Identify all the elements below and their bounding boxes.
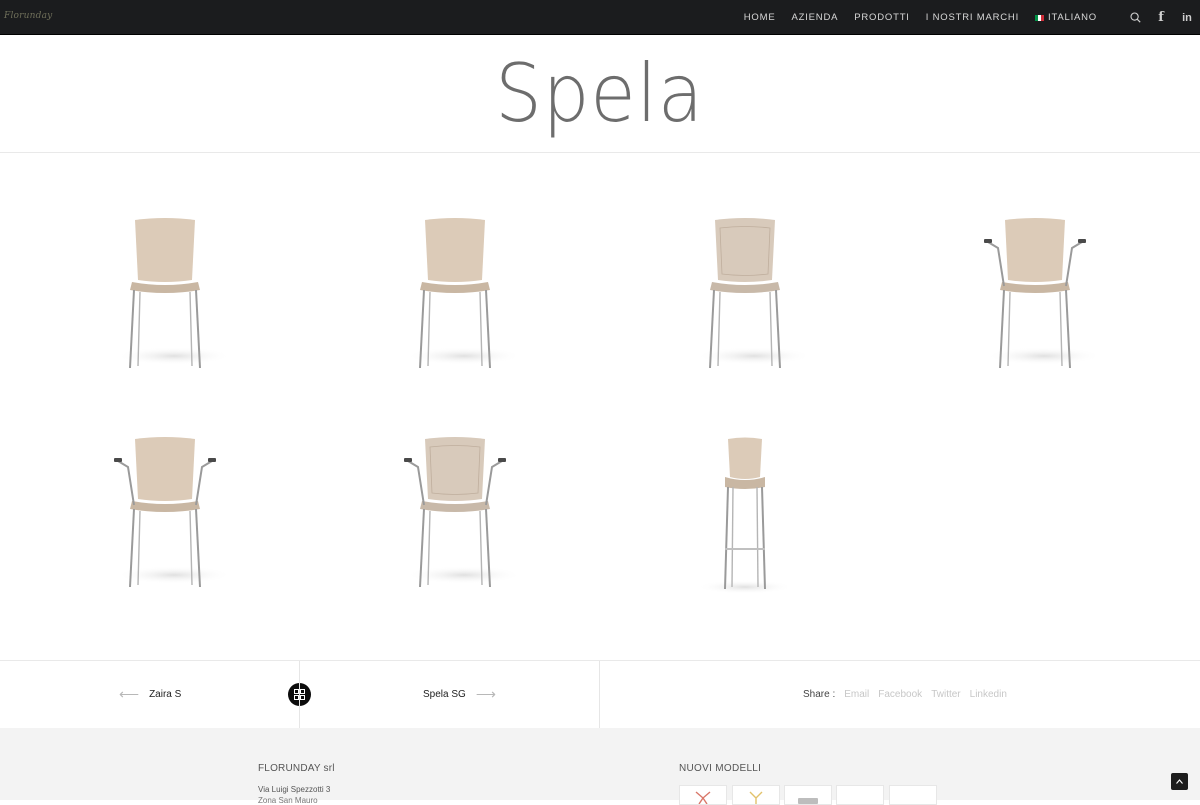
product-card-chair-4-legs-upholstered[interactable] — [600, 195, 890, 405]
nav-item-azienda[interactable]: AZIENDA — [791, 12, 838, 23]
product-image — [380, 217, 530, 383]
nav-icon-group: f in — [1122, 0, 1200, 35]
nav-item-prodotti[interactable]: PRODOTTI — [854, 12, 909, 23]
top-navbar: Florunday HOME AZIENDA PRODOTTI I NOSTRI… — [0, 0, 1200, 35]
share-bar: Share : Email Facebook Twitter Linkedin — [803, 661, 1016, 728]
new-model-thumb[interactable] — [836, 785, 884, 805]
nav-item-marchi[interactable]: I NOSTRI MARCHI — [926, 12, 1019, 23]
divider — [299, 661, 300, 728]
product-image — [670, 437, 820, 602]
next-post-label: Spela SG — [423, 689, 466, 700]
product-image — [960, 217, 1110, 383]
new-model-thumb[interactable] — [784, 785, 832, 805]
footer-address-2: Zona San Mauro — [258, 796, 318, 805]
product-image — [670, 217, 820, 383]
share-facebook-link[interactable]: Facebook — [878, 689, 922, 700]
search-icon[interactable] — [1122, 0, 1148, 35]
site-logo[interactable]: Florunday — [4, 11, 52, 21]
italian-flag-icon — [1035, 14, 1045, 21]
product-image — [380, 436, 530, 602]
chevron-up-icon — [1176, 779, 1183, 784]
linkedin-icon[interactable]: in — [1174, 0, 1200, 35]
post-navigation: ⟵ Zaira S Spela SG ⟶ Share : Email Faceb… — [0, 660, 1200, 728]
new-model-thumb[interactable] — [732, 785, 780, 805]
prev-post-link[interactable]: ⟵ Zaira S — [119, 661, 181, 728]
product-image — [90, 217, 240, 383]
prev-post-label: Zaira S — [149, 689, 182, 700]
divider — [599, 661, 600, 728]
title-section: Spela — [0, 35, 1200, 153]
main-menu: HOME AZIENDA PRODOTTI I NOSTRI MARCHI IT… — [728, 0, 1097, 35]
footer: FLORUNDAY srl Via Luigi Spezzotti 3 Zona… — [0, 728, 1200, 805]
product-card-chair-4-legs-wood-padded-seat[interactable] — [310, 195, 600, 405]
footer-new-models-title: NUOVI MODELLI — [679, 763, 762, 774]
product-image — [90, 436, 240, 602]
share-email-link[interactable]: Email — [844, 689, 869, 700]
share-linkedin-link[interactable]: Linkedin — [970, 689, 1007, 700]
back-to-top-button[interactable] — [1171, 773, 1188, 790]
product-card-chair-armrests-upholstered[interactable] — [310, 414, 600, 624]
product-card-stool-wood[interactable] — [600, 414, 890, 624]
next-post-link[interactable]: Spela SG ⟶ — [423, 661, 496, 728]
share-twitter-link[interactable]: Twitter — [931, 689, 960, 700]
page-title: Spela — [495, 47, 705, 140]
arrow-right-icon: ⟶ — [475, 686, 496, 702]
product-card-chair-armrests-wood[interactable] — [890, 195, 1180, 405]
footer-company-name: FLORUNDAY srl — [258, 763, 335, 774]
language-switcher[interactable]: ITALIANO — [1035, 12, 1097, 23]
facebook-icon[interactable]: f — [1148, 0, 1174, 35]
product-card-chair-4-legs-wood[interactable] — [20, 195, 310, 405]
nav-item-home[interactable]: HOME — [744, 12, 776, 23]
share-label: Share : — [803, 689, 836, 700]
language-label: ITALIANO — [1048, 12, 1097, 23]
new-model-thumb[interactable] — [889, 785, 937, 805]
arrow-left-icon: ⟵ — [119, 686, 140, 702]
new-model-thumb[interactable] — [679, 785, 727, 805]
footer-address: Via Luigi Spezzotti 3 — [258, 785, 331, 794]
product-card-chair-armrests-wood-padded[interactable] — [20, 414, 310, 624]
